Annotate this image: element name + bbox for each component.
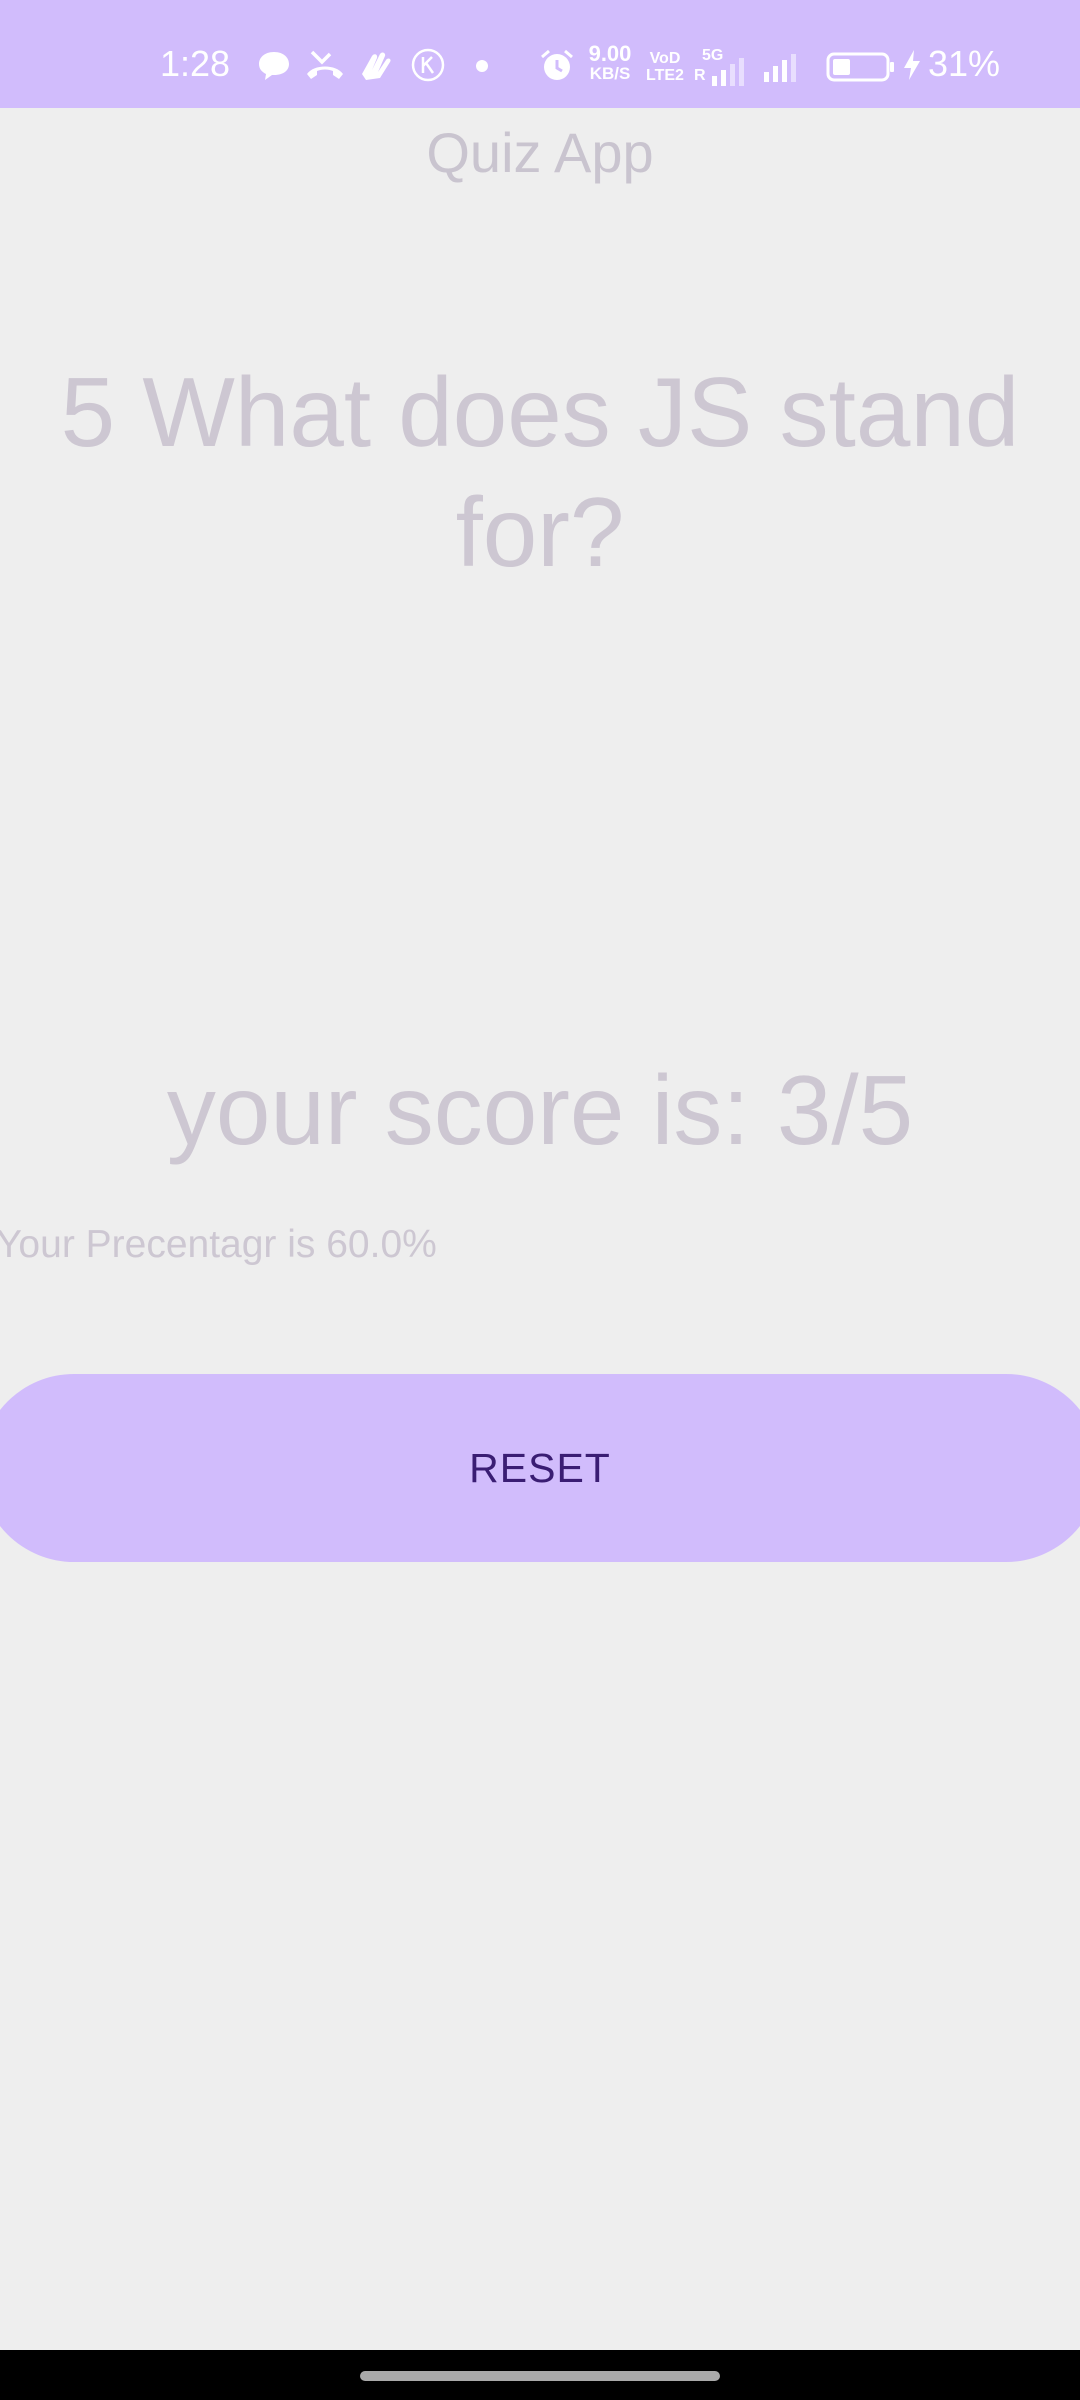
signal-icon	[712, 58, 744, 86]
k-circle-icon	[411, 48, 445, 82]
net-speed-unit: KB/S	[589, 64, 631, 83]
roaming-label: R	[694, 67, 706, 84]
alarm-icon	[541, 49, 573, 80]
navigation-bar	[0, 2350, 1080, 2400]
dot-icon	[476, 60, 488, 72]
battery-percent: 31%	[928, 43, 1001, 84]
signal-5g: 5G R	[692, 48, 750, 88]
quiz-result-screen: 1:28 9.00 KB/S VoD LTE2 5G R 31% Quiz Ap…	[0, 0, 1080, 2400]
score-text: your score is: 3/5	[166, 1055, 914, 1165]
hands-icon	[362, 52, 391, 80]
app-title: Quiz App	[426, 121, 654, 184]
net-speed: 9.00 KB/S	[584, 41, 636, 84]
question-text: 5 What does JS stand for?	[60, 357, 1020, 587]
home-gesture-handle[interactable]	[360, 2371, 720, 2381]
net-speed-value: 9.00	[588, 41, 632, 66]
signal-icon-2	[764, 54, 796, 82]
charging-bolt-icon	[904, 50, 920, 80]
missed-call-icon	[307, 50, 343, 79]
percentage-text: Your Precentagr is 60.0%	[0, 1223, 437, 1266]
battery-icon	[826, 52, 894, 82]
chat-bubble-icon	[259, 52, 289, 80]
volte-top: VoD	[649, 50, 681, 67]
status-bar: 1:28 9.00 KB/S VoD LTE2 5G R 31%	[0, 0, 1080, 108]
reset-button[interactable]: RESET	[0, 1374, 1080, 1562]
status-time: 1:28	[160, 43, 231, 84]
volte-badge: VoD LTE2	[646, 50, 684, 84]
volte-bottom: LTE2	[646, 67, 684, 84]
